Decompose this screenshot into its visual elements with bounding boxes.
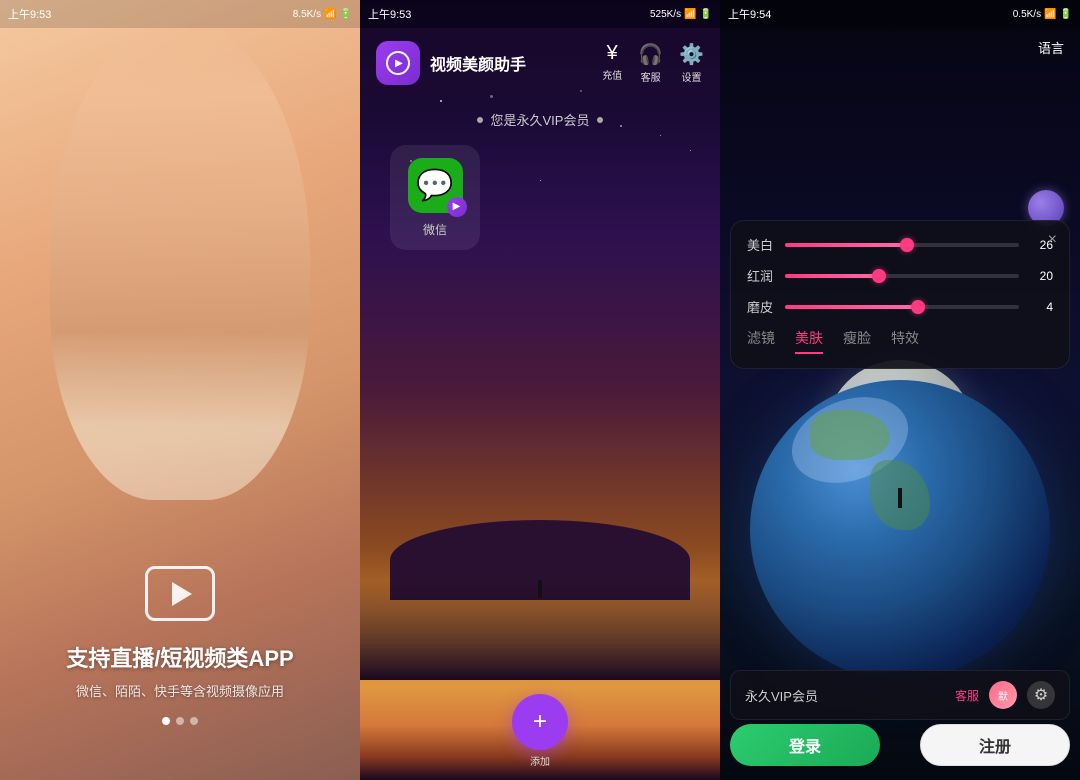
whitening-track[interactable] <box>785 243 1019 247</box>
whitening-label: 美白 <box>747 235 775 254</box>
wechat-label: 微信 <box>423 221 447 238</box>
status-icons-3: 0.5K/s 📶 🔋 <box>1013 9 1072 20</box>
carousel-dots <box>0 717 360 725</box>
rosy-track[interactable] <box>785 274 1019 278</box>
header-actions: ¥ 充值 🎧 客服 ⚙️ 设置 <box>602 42 704 84</box>
panel2-header: 视频美颜助手 ¥ 充值 🎧 客服 ⚙️ 设置 <box>360 28 720 98</box>
vip-dot-left <box>477 117 483 123</box>
settings-icon: ⚙️ <box>679 42 704 67</box>
desert-ground <box>360 580 720 680</box>
wifi-icon: 📶 <box>684 9 696 20</box>
service-action[interactable]: 🎧 客服 <box>638 42 663 84</box>
network-speed-2: 525K/s <box>650 9 681 20</box>
charge-label: 充值 <box>602 67 622 82</box>
panel1-title: 支持直播/短视频类APP <box>66 641 293 673</box>
close-button[interactable]: × <box>1048 231 1057 249</box>
smoothing-slider-row: 磨皮 4 <box>747 297 1053 316</box>
status-icons: 8.5K/s 📶 🔋 <box>293 9 352 20</box>
beauty-mode-button[interactable]: 默 <box>989 681 1017 709</box>
network-speed: 8.5K/s <box>293 9 321 20</box>
login-label: 登录 <box>789 733 821 757</box>
person-on-earth <box>898 488 902 508</box>
smoothing-label: 磨皮 <box>747 297 775 316</box>
rosy-slider-row: 红润 20 <box>747 266 1053 285</box>
network-speed-3: 0.5K/s <box>1013 9 1041 20</box>
panel1-intro: 上午9:53 8.5K/s 📶 🔋 支持直播/短视频类APP 微信、陌陌、快手等… <box>0 0 360 780</box>
smoothing-fill <box>785 305 918 309</box>
login-button[interactable]: 登录 <box>730 724 880 766</box>
add-label: 添加 <box>530 753 550 768</box>
girl-image <box>50 20 310 500</box>
whitening-fill <box>785 243 907 247</box>
earth-decoration <box>750 380 1050 680</box>
charge-icon: ¥ <box>607 42 618 65</box>
status-time-3: 上午9:54 <box>728 6 771 22</box>
rosy-value: 20 <box>1029 269 1053 283</box>
battery-icon-3: 🔋 <box>1060 9 1072 20</box>
customer-service-button[interactable]: 客服 <box>955 687 979 704</box>
panel1-statusbar: 上午9:53 8.5K/s 📶 🔋 <box>0 0 360 28</box>
app-logo-inner <box>386 51 410 75</box>
panel1-content: 支持直播/短视频类APP 微信、陌陌、快手等含视频摄像应用 <box>0 566 360 700</box>
rosy-fill <box>785 274 879 278</box>
beauty-control-panel: × 美白 26 红润 20 磨皮 4 <box>730 220 1070 369</box>
whitening-thumb[interactable] <box>900 238 914 252</box>
vip-label: 永久VIP会员 <box>745 686 955 705</box>
rosy-label: 红润 <box>747 266 775 285</box>
panel3-beauty: 上午9:54 0.5K/s 📶 🔋 语言 × 美白 26 红润 <box>720 0 1080 780</box>
settings-action[interactable]: ⚙️ 设置 <box>679 42 704 84</box>
wechat-badge-icon: ▶ <box>453 201 461 212</box>
tab-skin[interactable]: 美肤 <box>795 328 823 354</box>
language-button[interactable]: 语言 <box>1038 38 1064 57</box>
dot-3[interactable] <box>190 717 198 725</box>
register-label: 注册 <box>979 733 1011 757</box>
battery-icon-2: 🔋 <box>700 9 712 20</box>
dot-1[interactable] <box>162 717 170 725</box>
smoothing-value: 4 <box>1029 300 1053 314</box>
bottom-bar-actions: 客服 默 ⚙ <box>955 681 1055 709</box>
smoothing-thumb[interactable] <box>911 300 925 314</box>
desert-scene <box>360 500 720 680</box>
dot-2[interactable] <box>176 717 184 725</box>
settings-label: 设置 <box>682 69 702 84</box>
panel2-statusbar: 上午9:53 525K/s 📶 🔋 <box>360 0 720 28</box>
smoothing-track[interactable] <box>785 305 1019 309</box>
beauty-mode-icon: 默 <box>998 688 1008 703</box>
status-icons-2: 525K/s 📶 🔋 <box>650 9 712 20</box>
signal-icon: 📶 <box>324 9 336 20</box>
wechat-symbol: 💬 <box>416 168 453 203</box>
panel1-subtitle: 微信、陌陌、快手等含视频摄像应用 <box>76 681 284 700</box>
tab-effects[interactable]: 特效 <box>891 328 919 354</box>
whitening-slider-row: 美白 26 <box>747 235 1053 254</box>
status-time-2: 上午9:53 <box>368 6 411 22</box>
app-logo <box>376 41 420 85</box>
wechat-badge: ▶ <box>447 197 467 217</box>
app-name: 视频美颜助手 <box>430 51 602 75</box>
panel3-statusbar: 上午9:54 0.5K/s 📶 🔋 <box>720 0 1080 28</box>
wechat-app-item[interactable]: 💬 ▶ 微信 <box>390 145 480 250</box>
wifi-icon-3: 📶 <box>1044 9 1056 20</box>
plus-icon: + <box>533 710 547 734</box>
gear-icon: ⚙ <box>1034 685 1048 705</box>
status-time: 上午9:53 <box>8 6 51 22</box>
gear-button[interactable]: ⚙ <box>1027 681 1055 709</box>
vip-text: 您是永久VIP会员 <box>491 110 590 129</box>
battery-icon: 🔋 <box>340 9 352 20</box>
service-icon: 🎧 <box>638 42 663 67</box>
register-button[interactable]: 注册 <box>920 724 1070 766</box>
rosy-thumb[interactable] <box>872 269 886 283</box>
beauty-tabs: 滤镜 美肤 瘦脸 特效 <box>747 328 1053 354</box>
video-camera-icon <box>145 566 215 621</box>
tab-filter[interactable]: 滤镜 <box>747 328 775 354</box>
vip-bottom-bar: 永久VIP会员 客服 默 ⚙ <box>730 670 1070 720</box>
vip-dot-right <box>597 117 603 123</box>
service-label: 客服 <box>641 69 661 84</box>
wechat-icon: 💬 ▶ <box>408 158 463 213</box>
panel2-app-select: 上午9:53 525K/s 📶 🔋 视频美颜助手 ¥ 充值 🎧 客服 ⚙️ 设置 <box>360 0 720 780</box>
vip-badge: 您是永久VIP会员 <box>360 110 720 129</box>
tab-slimface[interactable]: 瘦脸 <box>843 328 871 354</box>
charge-action[interactable]: ¥ 充值 <box>602 42 622 84</box>
earth-continent1 <box>810 410 890 460</box>
add-button[interactable]: + 添加 <box>512 694 568 750</box>
